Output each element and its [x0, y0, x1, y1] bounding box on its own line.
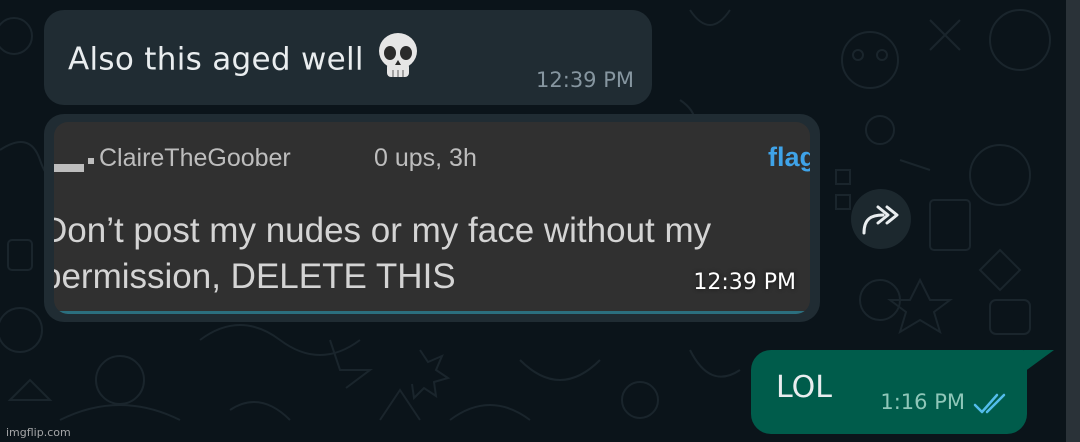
flag-link: flag — [768, 142, 810, 172]
watermark: imgflip.com — [6, 426, 71, 439]
forward-button[interactable] — [851, 189, 911, 249]
incoming-message-bubble[interactable]: Also this aged well 12:39 PM — [44, 10, 652, 105]
message-time: 12:39 PM — [536, 68, 634, 92]
message-text: Also this aged well — [68, 33, 420, 86]
incoming-image-bubble[interactable]: ClaireTheGoober 0 ups, 3h flag Don’t pos… — [44, 114, 820, 322]
outgoing-message-bubble[interactable]: LOL 1:16 PM — [751, 350, 1027, 434]
forward-icon — [862, 205, 899, 235]
image-message-time: 12:39 PM — [693, 270, 796, 295]
comment-line: Don’t post my nudes or my face without m… — [54, 211, 712, 250]
message-text: LOL — [776, 370, 832, 405]
outgoing-bubble-tail — [1024, 350, 1054, 372]
message-time: 1:16 PM — [880, 390, 965, 414]
window-edge — [1066, 0, 1080, 442]
comment-username: ClaireTheGoober — [99, 144, 291, 172]
double-check-read-icon — [973, 393, 1006, 414]
comment-meta: 0 ups, 3h — [374, 144, 477, 172]
skull-emoji-icon — [378, 33, 417, 77]
user-avatar-icon — [54, 164, 84, 172]
avatar-dot — [88, 158, 94, 164]
comment-divider — [54, 311, 810, 314]
